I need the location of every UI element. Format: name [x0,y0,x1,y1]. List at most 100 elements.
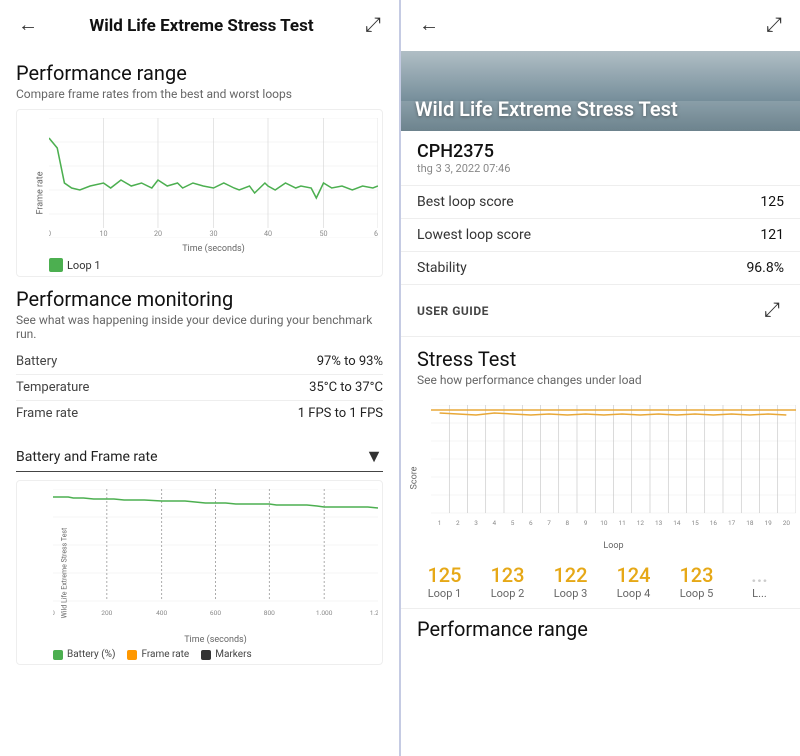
svg-text:4: 4 [493,519,497,527]
svg-text:2: 2 [456,519,460,527]
battery-x-label: Time (seconds) [53,635,378,645]
battery-legend: Battery (%) Frame rate Markers [53,649,378,660]
svg-text:30: 30 [209,229,217,238]
best-loop-value: 125 [760,194,784,210]
perf-monitoring-title: Performance monitoring [16,287,383,311]
svg-text:20: 20 [783,519,791,527]
left-back-button[interactable]: ← [14,10,42,41]
framerate-row: Frame rate 1 FPS to 1 FPS [16,401,383,426]
lowest-loop-value: 121 [760,227,784,243]
loop-scores: 125 Loop 1 123 Loop 2 122 Loop 3 124 Loo… [401,555,800,608]
svg-text:9: 9 [584,519,588,527]
framerate-color-dot [127,650,137,660]
svg-text:200: 200 [101,609,112,617]
perf-monitoring-section: Performance monitoring See what was happ… [16,287,383,426]
device-name: CPH2375 [417,141,784,162]
perf-legend: Loop 1 [49,258,378,272]
battery-framerate-dropdown[interactable]: Battery and Frame rate ▼ [16,438,383,472]
stress-chart-area: Score 120 100 80 60 40 20 0 [401,401,800,555]
left-share-button[interactable]: ⤢ [361,10,385,41]
framerate-legend-item: Frame rate [127,649,189,660]
right-share-button[interactable]: ⤢ [762,10,786,41]
best-loop-row: Best loop score 125 [401,186,800,219]
svg-text:8: 8 [566,519,570,527]
loop-2-label: Loop 2 [480,587,535,600]
loop-2-score: 123 [480,563,535,587]
svg-text:14: 14 [673,519,681,527]
perf-x-label: Time (seconds) [49,244,378,254]
loop-1-label: Loop 1 [417,587,472,600]
perf-y-label: Frame rate [36,171,46,214]
svg-text:6: 6 [529,519,533,527]
best-loop-label: Best loop score [417,194,514,210]
stability-row: Stability 96.8% [401,252,800,285]
svg-text:400: 400 [156,609,167,617]
svg-text:13: 13 [655,519,663,527]
temperature-row: Temperature 35°C to 37°C [16,375,383,401]
right-panel-scroll: Wild Life Extreme Stress Test CPH2375 th… [401,51,800,756]
left-title: Wild Life Extreme Stress Test [42,16,361,36]
svg-text:800: 800 [264,609,275,617]
right-perf-range-title: Performance range [417,617,784,641]
loop-3-label: Loop 3 [543,587,598,600]
svg-text:12: 12 [637,519,645,527]
left-panel: ← Wild Life Extreme Stress Test ⤢ Perfor… [0,0,401,756]
device-info: CPH2375 thg 3 3, 2022 07:46 [401,131,800,186]
svg-text:17: 17 [728,519,736,527]
svg-text:11: 11 [618,519,625,527]
svg-text:15: 15 [691,519,699,527]
dropdown-arrow-icon: ▼ [365,446,383,467]
temperature-label: Temperature [16,380,89,395]
battery-row: Battery 97% to 93% [16,349,383,375]
loop-3-item: 122 Loop 3 [543,563,598,600]
loop-more-score: ... [732,563,787,587]
markers-legend-item: Markers [201,649,251,660]
battery-legend-item: Battery (%) [53,649,115,660]
framerate-legend-label: Frame rate [141,649,189,660]
loop1-legend-label: Loop 1 [67,259,101,272]
loop-more-label: L... [732,587,787,600]
battery-chart-y-label: Wild Life Extreme Stress Test [60,527,68,618]
svg-text:18: 18 [746,519,754,527]
right-back-button[interactable]: ← [415,10,443,41]
perf-range-title: Performance range [16,61,383,85]
framerate-label: Frame rate [16,406,78,421]
battery-legend-label: Battery (%) [67,649,115,660]
loop-3-score: 122 [543,563,598,587]
perf-range-chart: Frame rate 1,5 1,2 0,9 0,6 [16,109,383,277]
svg-text:40: 40 [264,229,272,238]
perf-monitoring-subtitle: See what was happening inside your devic… [16,313,383,341]
hero-image: Wild Life Extreme Stress Test [401,51,800,131]
framerate-value: 1 FPS to 1 FPS [298,406,383,421]
svg-text:5: 5 [511,519,515,527]
left-panel-content: Performance range Compare frame rates fr… [0,51,399,756]
svg-text:50: 50 [319,229,327,238]
svg-text:1.000: 1.000 [316,609,333,617]
perf-range-svg: 1,5 1,2 0,9 0,6 0,3 0,0 0 10 20 30 40 50… [49,118,378,238]
dropdown-label: Battery and Frame rate [16,449,365,465]
battery-label: Battery [16,354,57,369]
svg-text:7: 7 [547,519,551,527]
user-guide-row[interactable]: USER GUIDE ⤢ [401,285,800,337]
svg-text:1.200: 1.200 [370,609,378,617]
svg-text:0: 0 [53,609,55,617]
loop-4-score: 124 [606,563,661,587]
loop-5-label: Loop 5 [669,587,724,600]
svg-text:20: 20 [154,229,162,238]
stability-value: 96.8% [746,260,784,276]
loop-5-score: 123 [669,563,724,587]
svg-text:3: 3 [474,519,478,527]
svg-text:19: 19 [764,519,772,527]
temperature-value: 35°C to 37°C [309,380,383,395]
right-header: ← ⤢ [401,0,800,51]
svg-text:1: 1 [438,519,442,527]
lowest-loop-label: Lowest loop score [417,227,531,243]
battery-chart-svg: 100 80 60 40 20 0 0 200 400 600 800 1.00… [53,489,378,629]
battery-color-dot [53,650,63,660]
stress-test-subtitle: See how performance changes under load [417,373,784,387]
loop1-legend-color [49,258,63,272]
loop-1-score: 125 [417,563,472,587]
user-guide-share-icon[interactable]: ⤢ [760,295,784,326]
stability-label: Stability [417,260,467,276]
markers-color-dot [201,650,211,660]
